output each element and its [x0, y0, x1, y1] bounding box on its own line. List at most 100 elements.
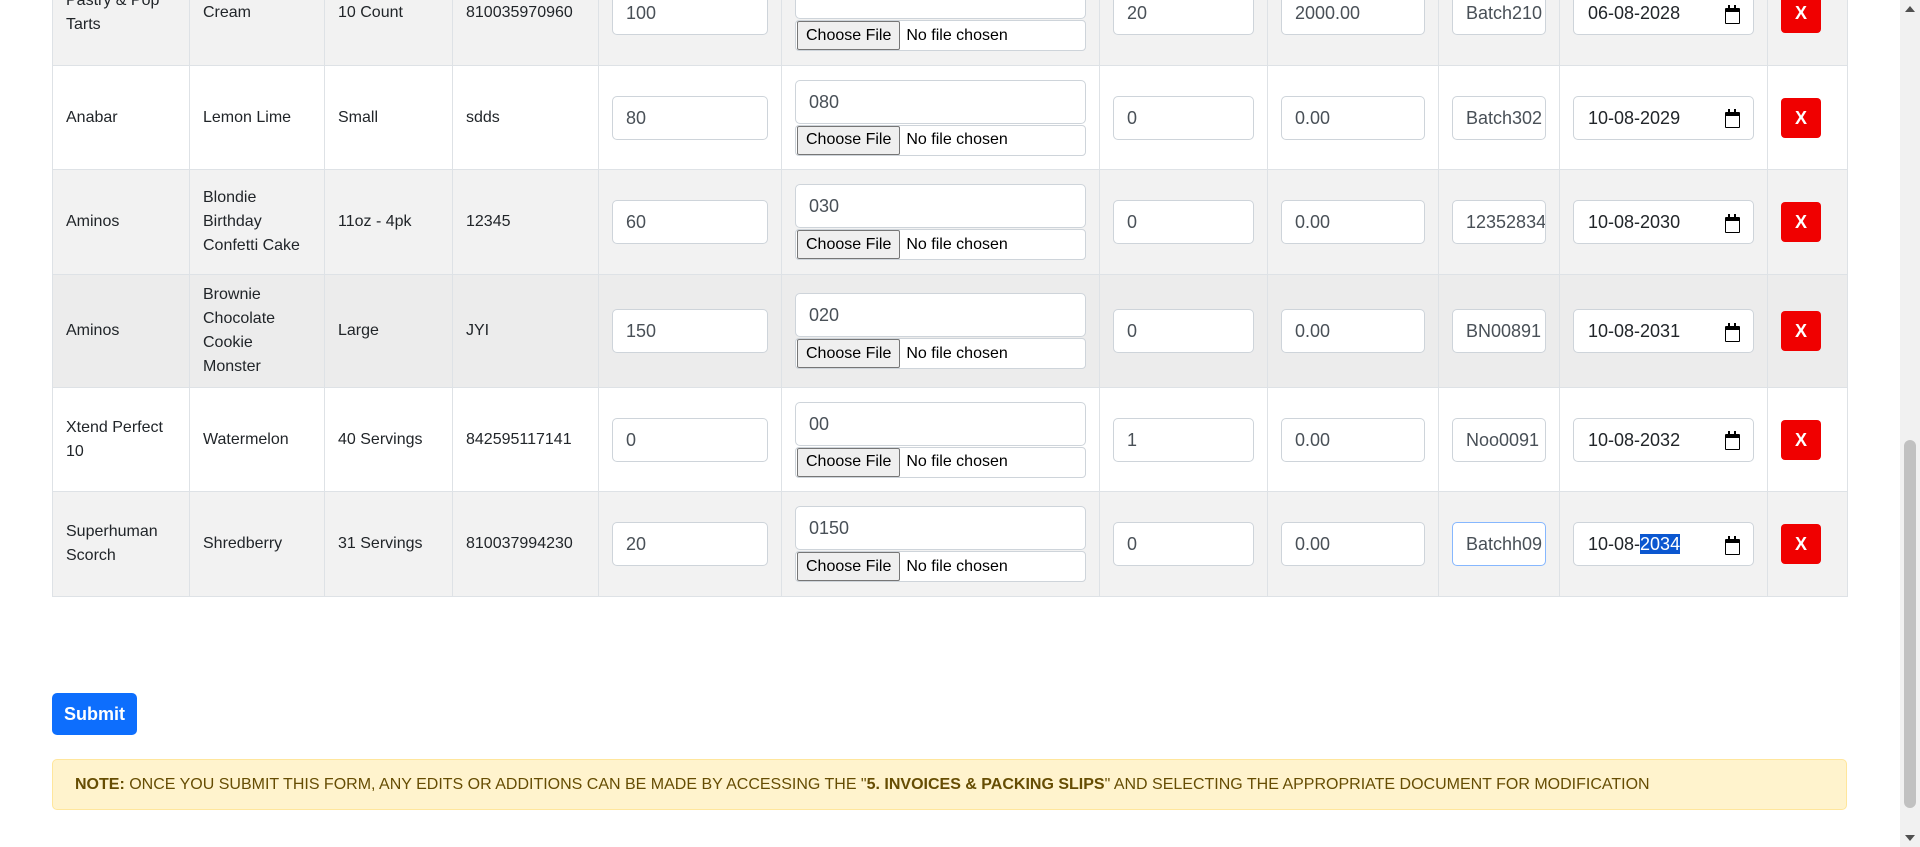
units-input[interactable]: 0 [1113, 95, 1254, 140]
cost-input[interactable]: 0.00 [1281, 309, 1425, 353]
units-input[interactable]: 20 [1113, 0, 1254, 35]
delete-row-button[interactable]: X [1781, 419, 1821, 460]
delete-row-button[interactable]: X [1781, 97, 1821, 138]
scroll-thumb[interactable] [1904, 440, 1916, 808]
size-cell: 11oz - 4pk [324, 169, 453, 275]
brand-cell: Superhuman Scorch [52, 491, 190, 597]
quantity-input[interactable]: 60 [612, 200, 768, 244]
size-cell: 10 Count [324, 0, 453, 66]
cost-input[interactable]: 0.00 [1281, 200, 1425, 244]
expiry-date-value: 10-08-2030 [1588, 210, 1680, 234]
calendar-icon[interactable] [1724, 4, 1741, 24]
units-cell: 0 [1099, 169, 1268, 275]
cost-cell: 0.00 [1267, 65, 1439, 170]
case-input[interactable]: 080 [795, 79, 1086, 124]
choose-file-button[interactable]: Choose File [797, 552, 901, 581]
table-row: Pastry & Pop Tarts Cream 10 Count 810035970… [52, 0, 1848, 66]
upc-cell: 810035970960 [452, 0, 599, 66]
brand-cell: Anabar [52, 65, 190, 170]
case-input[interactable]: 020 [795, 293, 1086, 337]
units-cell: 1 [1099, 387, 1268, 492]
expiry-year: 2032 [1640, 429, 1681, 450]
delete-cell: X [1767, 0, 1848, 66]
cost-cell: 2000.00 [1267, 0, 1439, 66]
file-upload-input[interactable]: Choose File No file chosen [795, 229, 1086, 260]
expiry-date-input[interactable]: 10-08-2031 [1573, 309, 1754, 353]
delete-row-button[interactable]: X [1781, 0, 1821, 33]
quantity-input[interactable]: 80 [612, 95, 768, 140]
choose-file-button[interactable]: Choose File [797, 125, 901, 155]
batch-input[interactable]: 12352834 [1452, 200, 1546, 244]
expiry-year: 2029 [1640, 107, 1681, 128]
expiry-date-input[interactable]: 10-08-2029 [1573, 95, 1754, 140]
expiry-date-value: 10-08-2032 [1588, 428, 1680, 452]
file-upload-input[interactable]: Choose File No file chosen [795, 124, 1086, 156]
expiry-date-input[interactable]: 10-08-2032 [1573, 417, 1754, 462]
file-upload-input[interactable]: Choose File No file chosen [795, 20, 1086, 51]
file-upload-input[interactable]: Choose File No file chosen [795, 551, 1086, 582]
case-input[interactable]: 00 [795, 401, 1086, 446]
expiry-cell: 10-08-2032 [1559, 387, 1768, 492]
batch-input[interactable]: Batchh09 [1452, 522, 1546, 566]
batch-cell: Batch302 [1438, 65, 1560, 170]
flavor-cell: Cream [189, 0, 325, 66]
case-cell: 020 Choose File No file chosen [781, 274, 1100, 388]
scroll-up-arrow-icon[interactable] [1905, 6, 1915, 12]
quantity-input[interactable]: 150 [612, 309, 768, 353]
file-status: No file chosen [906, 344, 1008, 362]
batch-cell: BN00891 [1438, 274, 1560, 388]
expiry-date-input[interactable]: 10-08-2030 [1573, 200, 1754, 244]
batch-input[interactable]: Batch302 [1452, 95, 1546, 140]
qty-cell: 100 [598, 0, 782, 66]
qty-cell: 80 [598, 65, 782, 170]
quantity-input[interactable]: 100 [612, 0, 768, 35]
upc-cell: 12345 [452, 169, 599, 275]
upc-cell: sdds [452, 65, 599, 170]
case-input[interactable]: 0150 [795, 506, 1086, 550]
choose-file-button[interactable]: Choose File [797, 21, 901, 50]
calendar-icon[interactable] [1724, 322, 1741, 342]
expiry-date-input[interactable]: 10-08-2034 [1573, 522, 1754, 566]
units-input[interactable]: 1 [1113, 417, 1254, 462]
choose-file-button[interactable]: Choose File [797, 339, 901, 368]
units-input[interactable]: 0 [1113, 200, 1254, 244]
cost-input[interactable]: 0.00 [1281, 417, 1425, 462]
delete-row-button[interactable]: X [1781, 202, 1821, 242]
vertical-scrollbar[interactable] [1900, 0, 1920, 847]
file-status: No file chosen [906, 557, 1008, 575]
batch-input[interactable]: BN00891 [1452, 309, 1546, 353]
expiry-date-input[interactable]: 06-08-2028 [1573, 0, 1754, 35]
case-input[interactable] [795, 0, 1086, 19]
quantity-input[interactable]: 0 [612, 417, 768, 462]
delete-row-button[interactable]: X [1781, 311, 1821, 351]
cost-input[interactable]: 0.00 [1281, 95, 1425, 140]
brand-cell: Xtend Perfect 10 [52, 387, 190, 492]
calendar-icon[interactable] [1724, 431, 1741, 450]
quantity-input[interactable]: 20 [612, 522, 768, 566]
batch-input[interactable]: Batch210 [1452, 0, 1546, 35]
calendar-icon[interactable] [1724, 213, 1741, 233]
units-input[interactable]: 0 [1113, 309, 1254, 353]
cost-input[interactable]: 0.00 [1281, 522, 1425, 566]
case-input[interactable]: 030 [795, 184, 1086, 228]
cost-input[interactable]: 2000.00 [1281, 0, 1425, 35]
scroll-down-arrow-icon[interactable] [1905, 835, 1915, 841]
size-cell: 40 Servings [324, 387, 453, 492]
delete-row-button[interactable]: X [1781, 524, 1821, 564]
flavor-cell: Blondie Birthday Confetti Cake [189, 169, 325, 275]
note-prefix: NOTE: [75, 775, 125, 793]
units-input[interactable]: 0 [1113, 522, 1254, 566]
submit-button[interactable]: Submit [52, 693, 137, 735]
choose-file-button[interactable]: Choose File [797, 447, 901, 477]
brand-cell: Pastry & Pop Tarts [52, 0, 190, 66]
choose-file-button[interactable]: Choose File [797, 230, 901, 259]
batch-input[interactable]: Noo0091 [1452, 417, 1546, 462]
file-upload-input[interactable]: Choose File No file chosen [795, 446, 1086, 478]
calendar-icon[interactable] [1724, 535, 1741, 555]
table-row: Superhuman Scorch Shredberry 31 Servings 81… [52, 491, 1848, 597]
expiry-year: 2034 [1640, 534, 1681, 554]
file-upload-input[interactable]: Choose File No file chosen [795, 338, 1086, 369]
units-cell: 0 [1099, 65, 1268, 170]
expiry-day-month: 10-08- [1588, 534, 1641, 554]
calendar-icon[interactable] [1724, 109, 1741, 128]
